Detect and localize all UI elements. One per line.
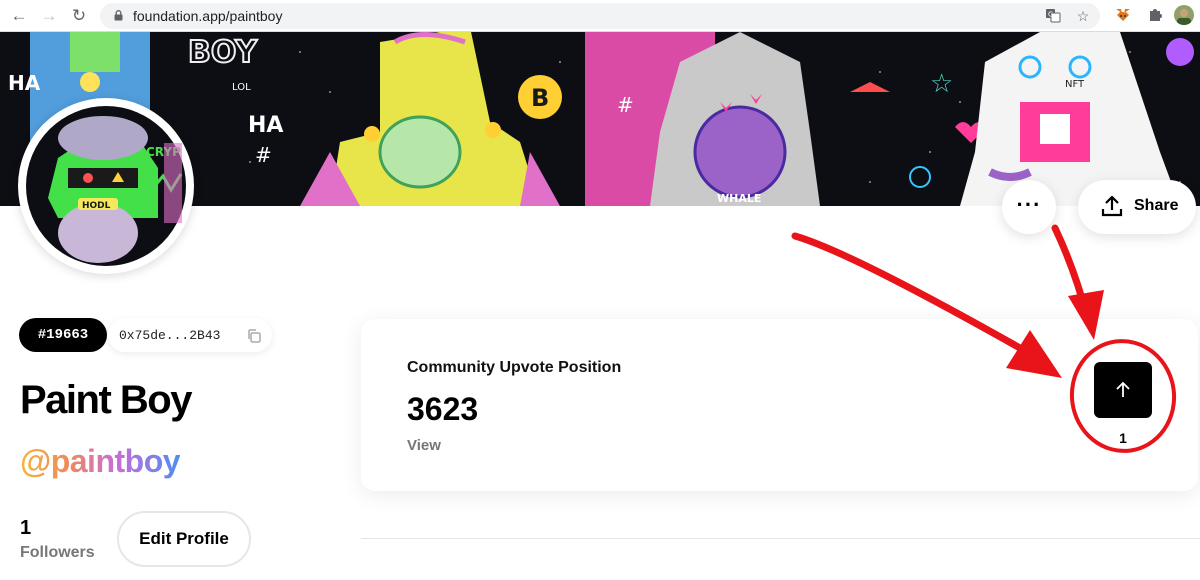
profile-number-badge: #19663 xyxy=(19,318,107,352)
svg-text:G: G xyxy=(1048,11,1053,19)
profile-avatar[interactable]: HODL CRYP xyxy=(18,98,194,274)
followers-count[interactable]: 1 xyxy=(20,517,31,540)
view-link[interactable]: View xyxy=(407,437,441,454)
copy-icon[interactable] xyxy=(246,328,262,344)
section-divider xyxy=(361,538,1200,539)
share-upload-icon xyxy=(1101,195,1123,217)
svg-text:HA: HA xyxy=(8,71,41,95)
display-name: Paint Boy xyxy=(20,378,192,422)
wallet-address-chip[interactable]: 0x75de...2B43 xyxy=(108,318,272,352)
share-label: Share xyxy=(1134,197,1179,214)
share-button[interactable]: Share xyxy=(1078,180,1196,234)
upvote-count: 1 xyxy=(1119,430,1127,446)
avatar-artwork: HODL CRYP xyxy=(26,106,186,266)
back-arrow-icon[interactable]: ← xyxy=(8,5,30,27)
metamask-fox-icon[interactable] xyxy=(1113,6,1133,26)
lock-icon xyxy=(114,10,123,21)
wallet-address: 0x75de...2B43 xyxy=(119,328,221,343)
more-dots-icon: ··· xyxy=(1016,192,1042,217)
svg-text:HA: HA xyxy=(248,113,283,138)
user-avatar-icon[interactable] xyxy=(1174,5,1194,25)
reload-icon[interactable]: ↻ xyxy=(68,5,90,27)
more-options-button[interactable]: ··· xyxy=(1002,180,1056,234)
upvote-arrow-icon xyxy=(1116,381,1130,397)
address-bar[interactable]: foundation.app/paintboy G ☆ xyxy=(100,3,1100,29)
upvote-position-value: 3623 xyxy=(407,391,479,427)
forward-arrow-icon[interactable]: → xyxy=(38,5,60,27)
followers-label[interactable]: Followers xyxy=(20,544,95,562)
svg-text:HODL: HODL xyxy=(82,201,111,211)
svg-text:☆: ☆ xyxy=(930,69,953,99)
community-upvote-card: Community Upvote Position 3623 View 1 xyxy=(361,319,1198,491)
upvote-button[interactable] xyxy=(1094,362,1152,418)
translate-icon[interactable]: G xyxy=(1044,7,1062,25)
browser-toolbar: ← → ↻ foundation.app/paintboy G ☆ xyxy=(0,0,1200,32)
svg-text:#: # xyxy=(617,93,634,117)
username: @paintboy xyxy=(20,443,181,479)
svg-text:WHALE: WHALE xyxy=(717,192,761,205)
svg-text:BOY: BOY xyxy=(188,35,258,70)
edit-profile-button[interactable]: Edit Profile xyxy=(117,511,251,567)
svg-text:NFT: NFT xyxy=(1065,79,1085,90)
annotation-arrow-top xyxy=(1051,224,1092,324)
upvote-card-title: Community Upvote Position xyxy=(407,359,622,376)
svg-text:LOL: LOL xyxy=(232,82,251,93)
url-text[interactable]: foundation.app/paintboy xyxy=(133,8,282,24)
extensions-puzzle-icon[interactable] xyxy=(1145,6,1165,26)
svg-text:#: # xyxy=(255,143,272,167)
svg-text:B: B xyxy=(531,84,549,112)
bookmark-star-icon[interactable]: ☆ xyxy=(1074,7,1092,25)
